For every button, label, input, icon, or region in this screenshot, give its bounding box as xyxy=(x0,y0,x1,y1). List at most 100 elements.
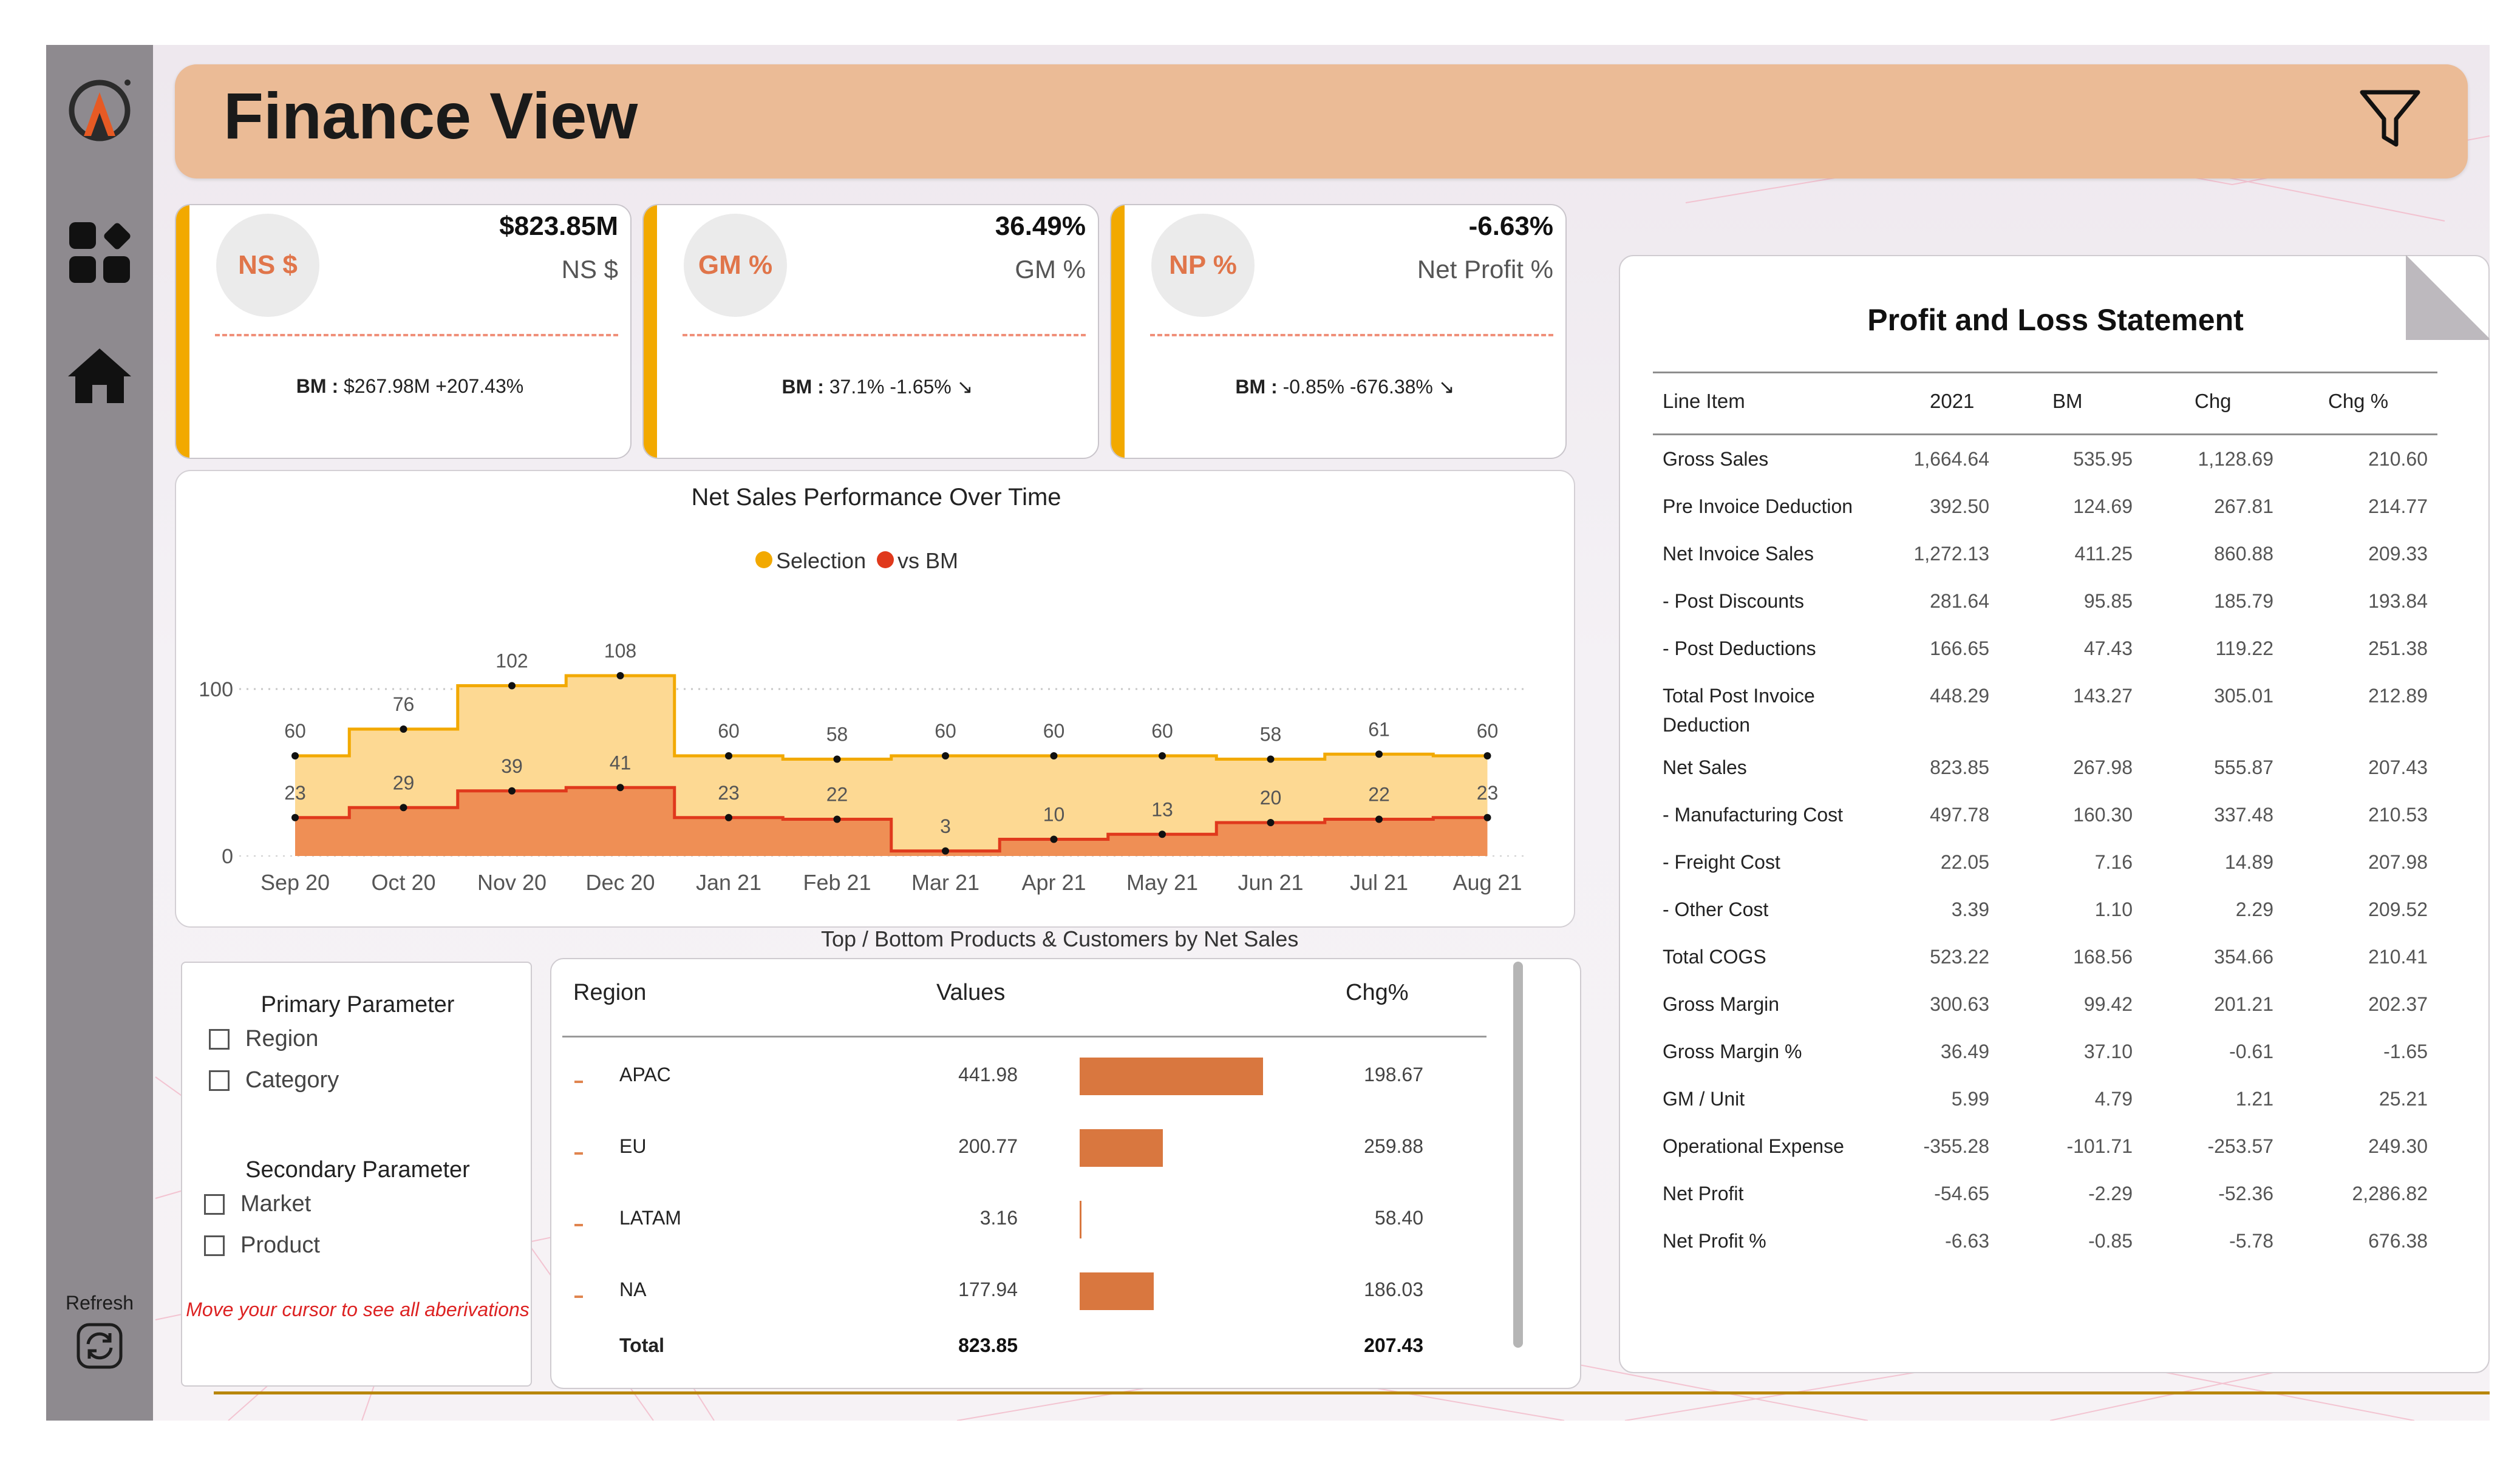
checkbox-box[interactable] xyxy=(204,1194,225,1215)
app-logo-icon xyxy=(46,75,153,143)
product-checkbox[interactable]: Product xyxy=(204,1232,320,1258)
pl-v2021-value: 5.99 xyxy=(1951,1088,1989,1110)
pl-v2021-value: 497.78 xyxy=(1930,804,1989,826)
pl-v2021-value: 523.22 xyxy=(1930,946,1989,968)
pl-v2021-value: 281.64 xyxy=(1930,590,1989,612)
pl-bm-value: -101.71 xyxy=(2066,1135,2133,1157)
filter-icon[interactable] xyxy=(2358,89,2422,152)
kpi-caption: Net Profit % xyxy=(1417,255,1553,284)
row-expand-icon xyxy=(574,1296,583,1298)
market-checkbox[interactable]: Market xyxy=(204,1191,311,1217)
selection-point xyxy=(616,672,624,679)
x-tick-label: Apr 21 xyxy=(1021,870,1086,895)
secondary-parameter-title: Secondary Parameter xyxy=(245,1157,470,1183)
total-chg: 207.43 xyxy=(1364,1334,1423,1356)
selection-data-label: 60 xyxy=(1043,720,1065,742)
x-tick-label: Jun 21 xyxy=(1238,870,1303,895)
pl-chgp-value: 209.33 xyxy=(2368,543,2428,565)
region-value: 441.98 xyxy=(958,1064,1018,1085)
table-scrollbar[interactable] xyxy=(1513,962,1523,1348)
checkbox-box[interactable] xyxy=(209,1028,230,1050)
kpi-divider xyxy=(215,334,618,336)
kpi-caption: GM % xyxy=(1015,255,1086,284)
region-checkbox[interactable]: Region xyxy=(209,1026,318,1052)
pl-line-item: - Other Cost xyxy=(1663,898,1769,920)
region-value-bar xyxy=(1080,1201,1081,1238)
table-row[interactable]: LATAM 3.16 58.40 xyxy=(551,1201,1523,1255)
pl-chg-value: 1,128.69 xyxy=(2198,448,2273,470)
pl-header-chg-pct[interactable]: Chg % xyxy=(2328,390,2388,413)
home-icon[interactable] xyxy=(46,346,153,404)
pl-chg-value: -52.36 xyxy=(2218,1183,2273,1204)
bm-point xyxy=(725,813,732,821)
region-chg: 58.40 xyxy=(1374,1207,1423,1229)
kpi-value: $823.85M xyxy=(499,211,618,241)
legend-bm-marker xyxy=(877,551,894,568)
pl-header-chg[interactable]: Chg xyxy=(2195,390,2232,413)
table-row[interactable]: NA 177.94 186.03 xyxy=(551,1272,1523,1327)
selection-data-label: 60 xyxy=(1477,720,1499,742)
page-fold-corner xyxy=(2406,255,2490,340)
pl-chg-value: -5.78 xyxy=(2229,1230,2273,1252)
bm-data-label: 23 xyxy=(718,782,740,804)
selection-data-label: 60 xyxy=(284,720,306,742)
hint-text: Move your cursor to see all aberivations xyxy=(186,1299,530,1320)
pl-v2021-value: 166.65 xyxy=(1930,637,1989,659)
sidebar: Refresh xyxy=(46,45,153,1421)
pl-chg-value: 14.89 xyxy=(2224,851,2273,873)
x-tick-label: Jan 21 xyxy=(696,870,761,895)
region-name: LATAM xyxy=(619,1207,681,1229)
bm-point xyxy=(833,815,841,823)
checkbox-box[interactable] xyxy=(209,1070,230,1091)
x-tick-label: Oct 20 xyxy=(371,870,435,895)
pl-bm-value: 160.30 xyxy=(2073,804,2133,826)
pl-chgp-value: 207.43 xyxy=(2368,756,2428,778)
selection-data-label: 61 xyxy=(1368,718,1390,740)
pl-line-item: Operational Expense xyxy=(1663,1135,1844,1157)
pl-chg-value: 1.21 xyxy=(2235,1088,2273,1110)
region-value: 200.77 xyxy=(958,1135,1018,1157)
kpi-badge: NS $ xyxy=(216,214,319,317)
bm-text: -0.85% -676.38% xyxy=(1282,376,1439,398)
bm-data-label: 3 xyxy=(940,815,951,837)
pl-v2021-value: 1,272.13 xyxy=(1913,543,1989,565)
pl-bm-value: 1.10 xyxy=(2094,898,2133,920)
table-row[interactable]: APAC 441.98 198.67 xyxy=(551,1058,1523,1112)
checkbox-box[interactable] xyxy=(204,1235,225,1256)
bm-data-label: 22 xyxy=(1368,784,1390,806)
pl-line-item: - Post Discounts xyxy=(1663,590,1804,612)
pl-chgp-value: 209.52 xyxy=(2368,898,2428,920)
pl-v2021-value: -54.65 xyxy=(1934,1183,1989,1204)
table-row[interactable]: EU 200.77 259.88 xyxy=(551,1129,1523,1184)
category-checkbox[interactable]: Category xyxy=(209,1067,339,1093)
pl-line-item: Net Invoice Sales xyxy=(1663,543,1814,565)
column-header-chg[interactable]: Chg% xyxy=(1346,980,1409,1006)
bm-point xyxy=(616,784,624,792)
pl-line-item: Pre Invoice Deduction xyxy=(1663,495,1853,517)
region-chg: 198.67 xyxy=(1364,1064,1423,1085)
primary-parameter-title: Primary Parameter xyxy=(261,992,455,1017)
pl-chgp-value: 210.60 xyxy=(2368,448,2428,470)
selection-data-label: 60 xyxy=(1151,720,1173,742)
pl-header-bm[interactable]: BM xyxy=(2052,390,2083,413)
total-value: 823.85 xyxy=(958,1334,1018,1356)
pl-chg-value: 201.21 xyxy=(2214,993,2273,1015)
legend-selection-marker xyxy=(755,551,772,568)
y-tick-label: 0 xyxy=(222,845,233,868)
column-header-values[interactable]: Values xyxy=(936,980,1005,1006)
pl-top-rule xyxy=(1653,372,2437,373)
dashboard-grid-icon[interactable] xyxy=(46,221,153,284)
table-total-row: Total 823.85 207.43 xyxy=(551,1334,1523,1383)
refresh-icon[interactable] xyxy=(46,1322,153,1370)
selection-data-label: 76 xyxy=(393,693,415,715)
pl-chgp-value: 251.38 xyxy=(2368,637,2428,659)
kpi-caption: NS $ xyxy=(561,255,618,284)
option-label: Category xyxy=(245,1067,339,1093)
pl-chg-value: 860.88 xyxy=(2214,543,2273,565)
column-header-region[interactable]: Region xyxy=(573,980,646,1006)
pl-bm-value: 7.16 xyxy=(2094,851,2133,873)
pl-header-line-item[interactable]: Line Item xyxy=(1663,390,1745,413)
pl-bm-value: 535.95 xyxy=(2073,448,2133,470)
pl-header-2021[interactable]: 2021 xyxy=(1930,390,1974,413)
net-sales-chart[interactable]: Net Sales Performance Over Time Selection… xyxy=(176,471,1576,929)
